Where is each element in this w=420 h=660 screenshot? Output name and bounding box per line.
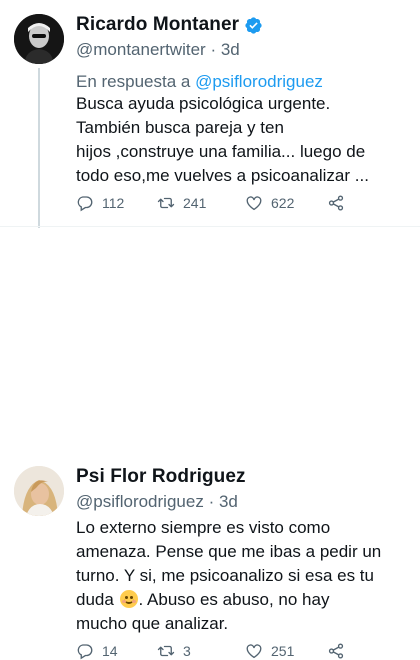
reply-count: 112 bbox=[102, 195, 125, 211]
tweet-flor[interactable]: Psi Flor Rodriguez @psiflorodriguez · 3d… bbox=[0, 226, 420, 660]
author-handle[interactable]: @montanertwiter bbox=[76, 40, 206, 59]
like-count: 622 bbox=[271, 195, 295, 211]
reply-icon bbox=[77, 196, 93, 212]
reply-prefix: En respuesta a bbox=[76, 72, 191, 91]
verified-badge-icon bbox=[245, 16, 262, 34]
handle-row: @psiflorodriguez · 3d bbox=[76, 492, 238, 512]
separator: · bbox=[210, 40, 217, 59]
reply-button[interactable]: 112 bbox=[76, 194, 157, 212]
heart-icon bbox=[246, 196, 262, 211]
share-icon bbox=[328, 195, 344, 211]
author-name[interactable]: Ricardo Montaner bbox=[76, 14, 239, 36]
author-row: Psi Flor Rodriguez bbox=[76, 466, 246, 488]
retweet-count: 241 bbox=[183, 195, 207, 211]
reply-count: 14 bbox=[102, 643, 118, 659]
share-icon bbox=[328, 643, 344, 659]
like-count: 251 bbox=[271, 643, 295, 659]
author-handle[interactable]: @psiflorodriguez bbox=[76, 492, 204, 511]
share-button[interactable] bbox=[327, 642, 345, 660]
reply-button[interactable]: 14 bbox=[76, 642, 157, 660]
like-button[interactable]: 251 bbox=[245, 642, 327, 660]
tweet-montaner[interactable]: Ricardo Montaner @montanertwiter · 3d En… bbox=[0, 0, 420, 228]
retweet-button[interactable]: 3 bbox=[157, 642, 245, 660]
share-button[interactable] bbox=[327, 194, 345, 212]
retweet-count: 3 bbox=[183, 643, 191, 659]
timestamp[interactable]: 3d bbox=[221, 40, 240, 59]
action-bar: 14 3 251 bbox=[76, 642, 345, 660]
smiling-face-emoji-icon bbox=[119, 590, 138, 608]
retweet-button[interactable]: 241 bbox=[157, 194, 245, 212]
avatar[interactable] bbox=[14, 466, 64, 516]
retweet-icon bbox=[157, 197, 175, 209]
thread-line bbox=[38, 68, 40, 228]
reply-icon bbox=[77, 644, 93, 660]
handle-row: @montanertwiter · 3d bbox=[76, 40, 240, 60]
avatar[interactable] bbox=[14, 14, 64, 64]
reply-context: En respuesta a @psiflorodriguez bbox=[76, 72, 323, 92]
separator: · bbox=[208, 492, 215, 511]
like-button[interactable]: 622 bbox=[245, 194, 327, 212]
author-row: Ricardo Montaner bbox=[76, 14, 263, 36]
heart-icon bbox=[246, 644, 262, 659]
tweet-text: Lo externo siempre es visto como amenaza… bbox=[76, 516, 411, 636]
reply-mention-link[interactable]: @psiflorodriguez bbox=[195, 72, 323, 91]
tweet-text: Busca ayuda psicológica urgente. También… bbox=[76, 94, 369, 185]
timestamp[interactable]: 3d bbox=[219, 492, 238, 511]
action-bar: 112 241 622 bbox=[76, 194, 345, 212]
retweet-icon bbox=[157, 645, 175, 657]
author-name[interactable]: Psi Flor Rodriguez bbox=[76, 466, 246, 488]
